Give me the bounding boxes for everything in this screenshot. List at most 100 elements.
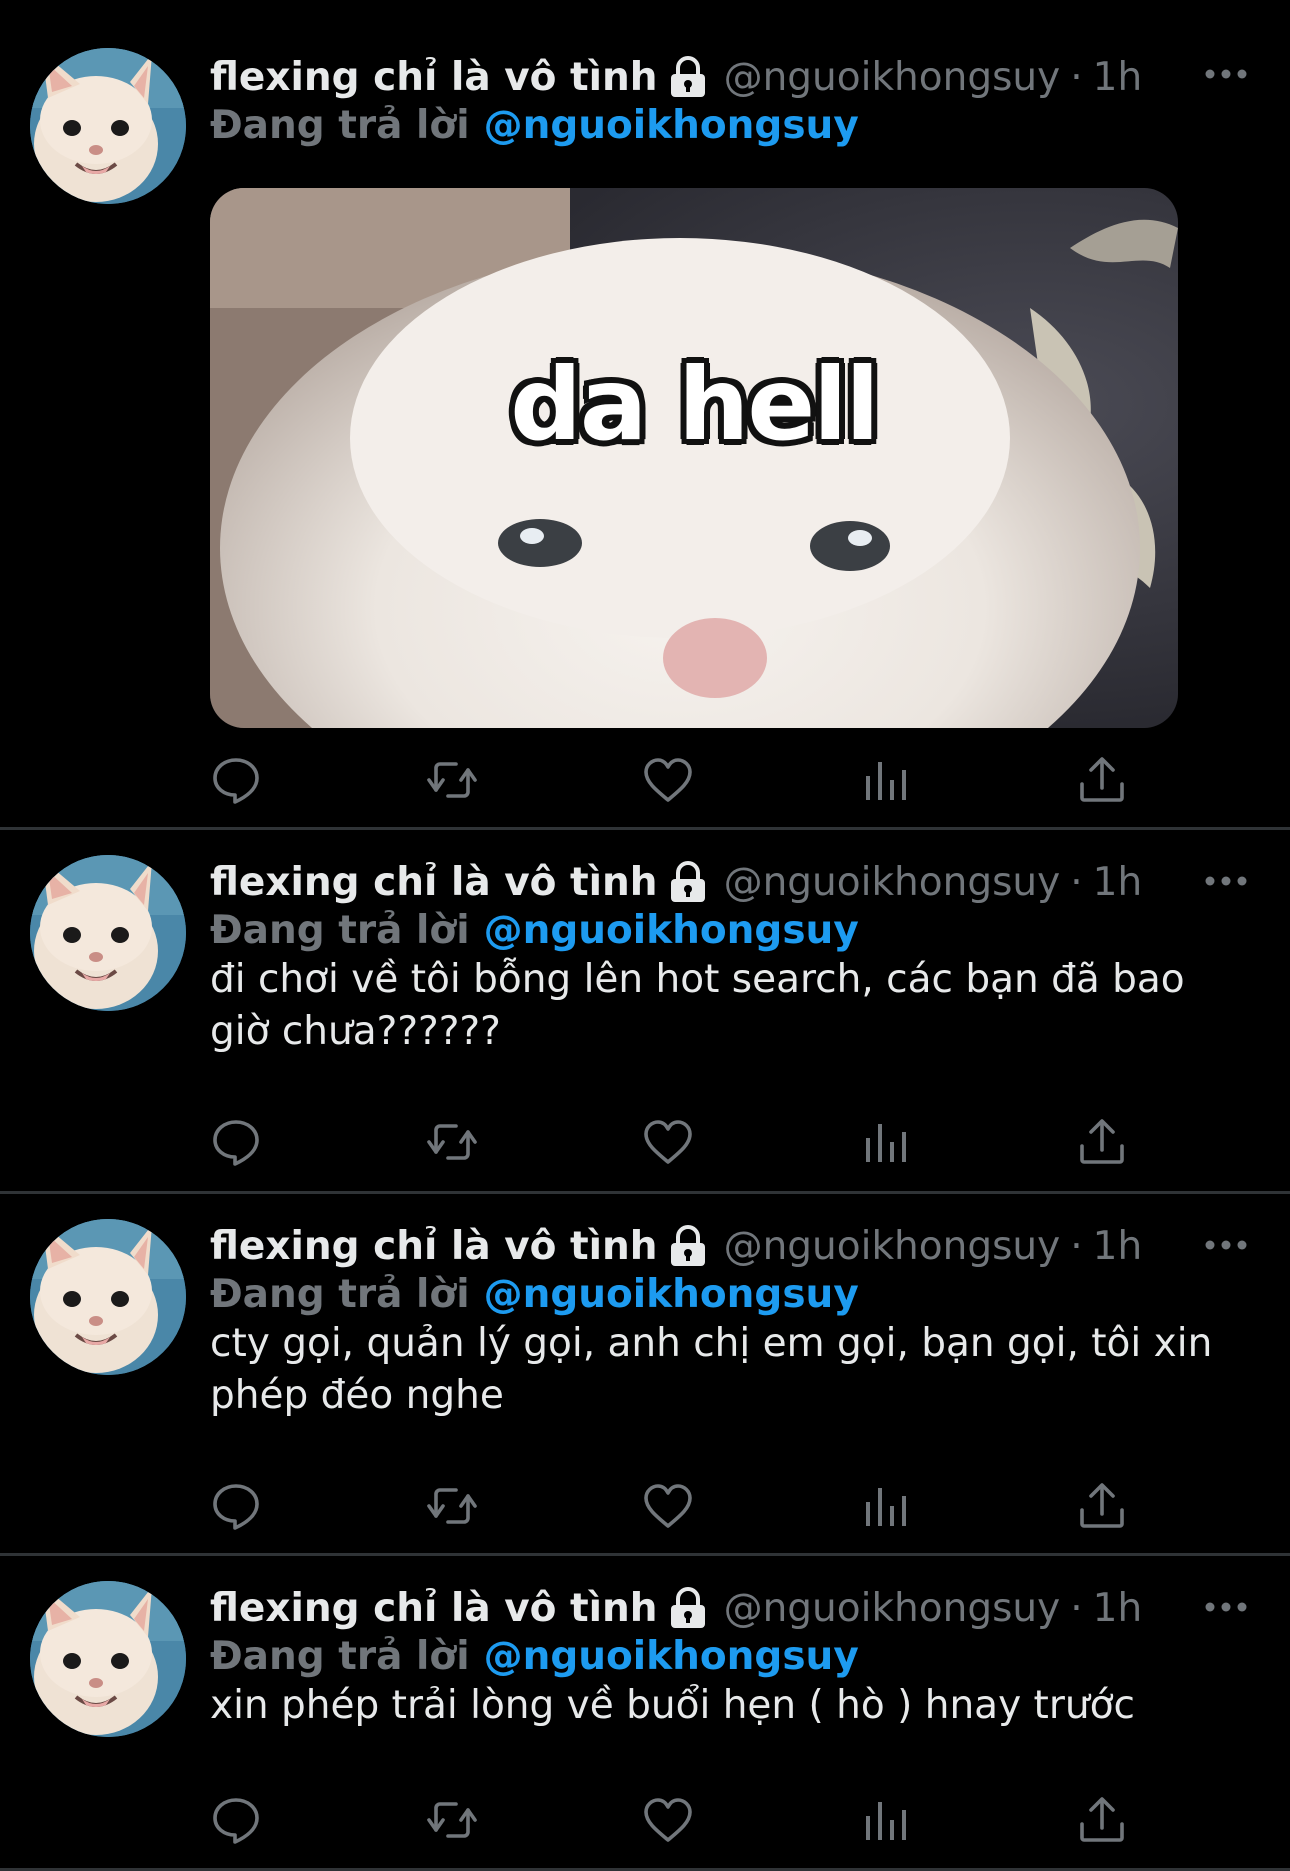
- user-handle[interactable]: @nguoikhongsuy: [724, 1586, 1061, 1631]
- display-name[interactable]: flexing chỉ là vô tình: [210, 860, 658, 905]
- like-icon: [642, 1480, 694, 1532]
- replying-to: Đang trả lời @nguoikhongsuy: [210, 101, 859, 149]
- like-button[interactable]: [642, 754, 694, 806]
- like-button[interactable]: [642, 1480, 694, 1532]
- user-handle[interactable]: @nguoikhongsuy: [724, 860, 1061, 905]
- reply-prefix: Đang trả lời: [210, 1271, 470, 1317]
- cat-avatar-icon: [30, 1581, 186, 1737]
- separator: ·: [1070, 1223, 1083, 1269]
- meme-caption: da hell: [510, 346, 879, 463]
- retweet-icon: [426, 1116, 478, 1168]
- views-button[interactable]: [858, 1480, 910, 1532]
- reply-prefix: Đang trả lời: [210, 102, 470, 148]
- tweet-text: cty gọi, quản lý gọi, anh chị em gọi, bạ…: [210, 1321, 1213, 1418]
- views-icon: [858, 1794, 910, 1846]
- tweet-text: đi chơi về tôi bỗng lên hot search, các …: [210, 957, 1185, 1054]
- tweet-text: xin phép trải lòng về buổi hẹn ( hò ) hn…: [210, 1683, 1135, 1728]
- lock-icon: [666, 55, 710, 99]
- retweet-button[interactable]: [426, 754, 478, 806]
- replying-to: Đang trả lời @nguoikhongsuy: [210, 1632, 859, 1680]
- replying-to: Đang trả lời @nguoikhongsuy: [210, 906, 859, 954]
- like-button[interactable]: [642, 1794, 694, 1846]
- views-button[interactable]: [858, 1794, 910, 1846]
- retweet-button[interactable]: [426, 1794, 478, 1846]
- views-icon: [858, 1116, 910, 1168]
- tweet[interactable]: flexing chỉ là vô tình @nguoikhongsuy · …: [0, 1194, 1290, 1556]
- tweet[interactable]: flexing chỉ là vô tình @nguoikhongsuy · …: [0, 1556, 1290, 1871]
- tweet-header: flexing chỉ là vô tình @nguoikhongsuy · …: [210, 858, 1142, 906]
- more-icon[interactable]: [1202, 1597, 1250, 1617]
- retweet-icon: [426, 1794, 478, 1846]
- avatar[interactable]: [30, 48, 186, 204]
- separator: ·: [1070, 54, 1083, 100]
- tweet-header: flexing chỉ là vô tình @nguoikhongsuy · …: [210, 53, 1142, 101]
- share-icon: [1076, 1480, 1128, 1532]
- retweet-button[interactable]: [426, 1116, 478, 1168]
- tweet-header: flexing chỉ là vô tình @nguoikhongsuy · …: [210, 1222, 1142, 1270]
- reply-button[interactable]: [210, 1116, 262, 1168]
- timestamp[interactable]: 1h: [1093, 55, 1143, 100]
- more-icon[interactable]: [1202, 1235, 1250, 1255]
- like-icon: [642, 754, 694, 806]
- separator: ·: [1070, 859, 1083, 905]
- share-icon: [1076, 1794, 1128, 1846]
- action-bar: [210, 754, 1130, 806]
- like-button[interactable]: [642, 1116, 694, 1168]
- timestamp[interactable]: 1h: [1093, 1586, 1143, 1631]
- cat-avatar-icon: [30, 48, 186, 204]
- reply-handle-link[interactable]: @nguoikhongsuy: [484, 908, 859, 953]
- reply-button[interactable]: [210, 1480, 262, 1532]
- retweet-icon: [426, 1480, 478, 1532]
- reply-handle-link[interactable]: @nguoikhongsuy: [484, 103, 859, 148]
- display-name[interactable]: flexing chỉ là vô tình: [210, 1586, 658, 1631]
- reply-handle-link[interactable]: @nguoikhongsuy: [484, 1634, 859, 1679]
- timestamp[interactable]: 1h: [1093, 860, 1143, 905]
- like-icon: [642, 1794, 694, 1846]
- replying-to: Đang trả lời @nguoikhongsuy: [210, 1270, 859, 1318]
- reply-handle-link[interactable]: @nguoikhongsuy: [484, 1272, 859, 1317]
- user-handle[interactable]: @nguoikhongsuy: [724, 1224, 1061, 1269]
- views-button[interactable]: [858, 754, 910, 806]
- retweet-icon: [426, 754, 478, 806]
- display-name[interactable]: flexing chỉ là vô tình: [210, 1224, 658, 1269]
- reply-icon: [210, 754, 262, 806]
- reply-prefix: Đang trả lời: [210, 907, 470, 953]
- action-bar: [210, 1480, 1130, 1532]
- share-icon: [1076, 754, 1128, 806]
- lock-icon: [666, 1586, 710, 1630]
- lock-icon: [666, 860, 710, 904]
- share-button[interactable]: [1076, 1794, 1128, 1846]
- share-button[interactable]: [1076, 1480, 1128, 1532]
- views-button[interactable]: [858, 1116, 910, 1168]
- reply-icon: [210, 1794, 262, 1846]
- share-button[interactable]: [1076, 1116, 1128, 1168]
- tweet-header: flexing chỉ là vô tình @nguoikhongsuy · …: [210, 1584, 1142, 1632]
- reply-prefix: Đang trả lời: [210, 1633, 470, 1679]
- tweet[interactable]: flexing chỉ là vô tình @nguoikhongsuy · …: [0, 0, 1290, 830]
- reply-icon: [210, 1116, 262, 1168]
- cat-avatar-icon: [30, 1219, 186, 1375]
- timestamp[interactable]: 1h: [1093, 1224, 1143, 1269]
- display-name[interactable]: flexing chỉ là vô tình: [210, 55, 658, 100]
- retweet-button[interactable]: [426, 1480, 478, 1532]
- reply-button[interactable]: [210, 1794, 262, 1846]
- tweet[interactable]: flexing chỉ là vô tình @nguoikhongsuy · …: [0, 830, 1290, 1194]
- reply-icon: [210, 1480, 262, 1532]
- avatar[interactable]: [30, 1219, 186, 1375]
- action-bar: [210, 1794, 1130, 1846]
- user-handle[interactable]: @nguoikhongsuy: [724, 55, 1061, 100]
- lock-icon: [666, 1224, 710, 1268]
- separator: ·: [1070, 1585, 1083, 1631]
- cat-avatar-icon: [30, 855, 186, 1011]
- more-icon[interactable]: [1202, 871, 1250, 891]
- like-icon: [642, 1116, 694, 1168]
- reply-button[interactable]: [210, 754, 262, 806]
- tweet-image[interactable]: da hell: [210, 188, 1178, 728]
- avatar[interactable]: [30, 855, 186, 1011]
- views-icon: [858, 1480, 910, 1532]
- share-icon: [1076, 1116, 1128, 1168]
- more-icon[interactable]: [1202, 64, 1250, 84]
- views-icon: [858, 754, 910, 806]
- avatar[interactable]: [30, 1581, 186, 1737]
- share-button[interactable]: [1076, 754, 1128, 806]
